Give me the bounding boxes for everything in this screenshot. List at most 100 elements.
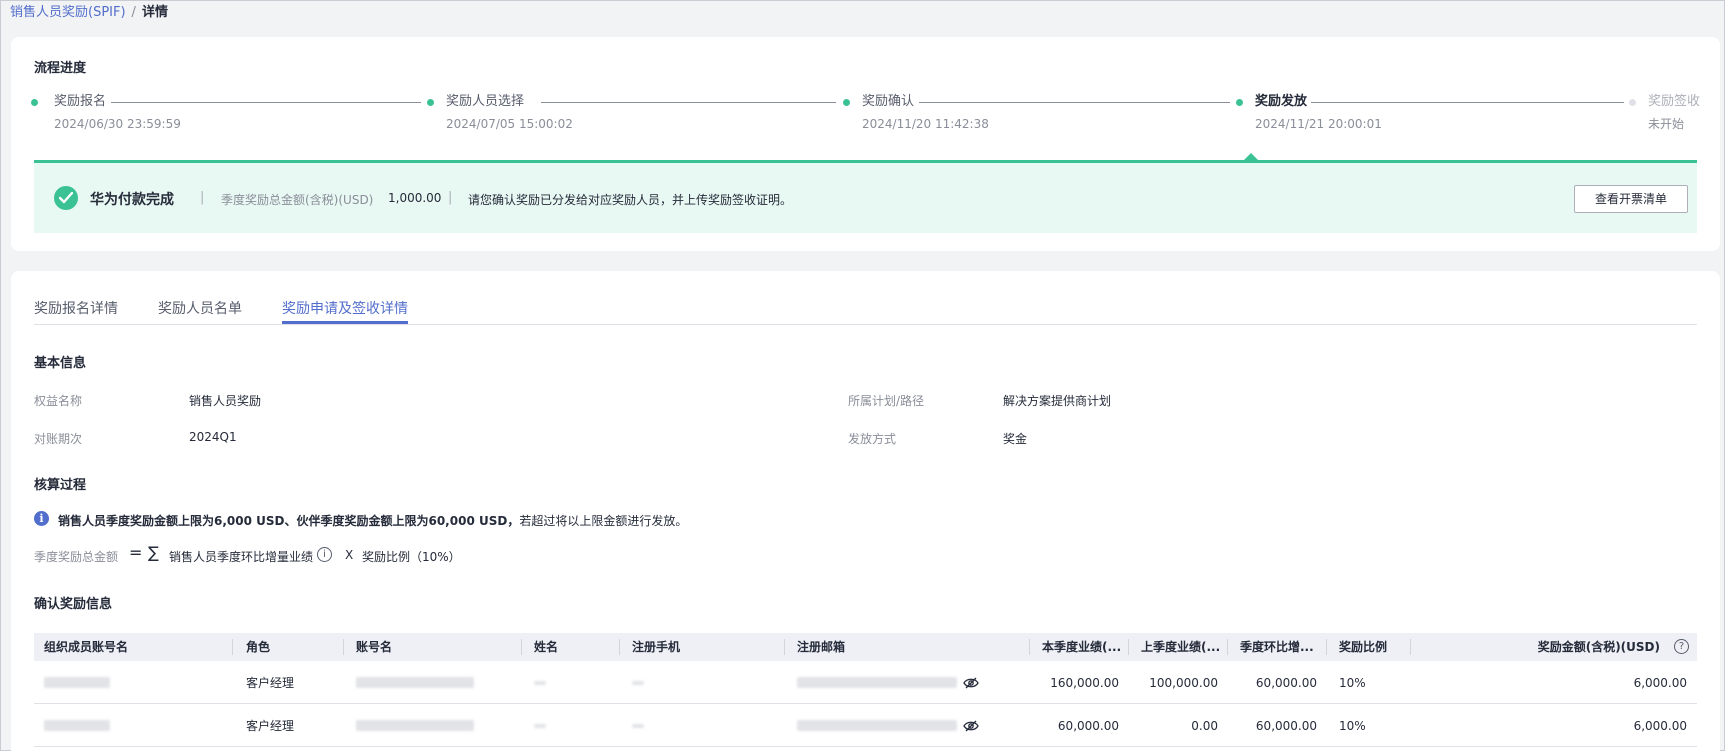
plan-path-label: 所属计划/路径 xyxy=(848,394,925,408)
col-separator xyxy=(619,639,620,655)
masked-name xyxy=(534,681,546,685)
formula-term-1: 销售人员季度环比增量业绩 xyxy=(169,550,314,564)
cell-reward-amount: 6,000.00 xyxy=(1633,676,1687,690)
breadcrumb-current: 详情 xyxy=(141,5,168,20)
masked-name xyxy=(534,724,546,728)
col-separator xyxy=(1326,639,1327,655)
cell-ratio: 10% xyxy=(1339,676,1366,690)
period-value: 2024Q1 xyxy=(189,430,237,444)
payment-notice: 华为付款完成 | 季度奖励总金额(含税)(USD) 1,000.00 | 请您确… xyxy=(34,163,1697,233)
masked-phone xyxy=(632,681,644,685)
step-2-dot xyxy=(427,99,434,106)
col-separator xyxy=(1128,639,1129,655)
step-1-dot xyxy=(31,99,38,106)
cell-qoq-increase: 60,000.00 xyxy=(1255,676,1317,690)
formula-times: X xyxy=(345,548,354,562)
col-separator xyxy=(1029,639,1030,655)
masked-org-account xyxy=(44,720,110,731)
step-5-label: 奖励签收 xyxy=(1648,94,1701,109)
step-1-time: 2024/06/30 23:59:59 xyxy=(54,117,181,131)
col-account-name: 账号名 xyxy=(356,640,393,654)
benefit-name-label: 权益名称 xyxy=(34,394,83,408)
view-invoice-list-button[interactable]: 查看开票清单 xyxy=(1574,185,1688,213)
formula-label: 季度奖励总金额 xyxy=(34,548,118,565)
calculation-title: 核算过程 xyxy=(34,478,87,493)
breadcrumb-parent-link[interactable]: 销售人员奖励(SPIF) xyxy=(10,5,126,20)
col-separator xyxy=(232,639,233,655)
cell-role: 客户经理 xyxy=(246,676,295,690)
masked-account-name xyxy=(356,677,474,688)
progress-title: 流程进度 xyxy=(34,61,87,76)
masked-phone xyxy=(632,724,644,728)
payment-status: 华为付款完成 xyxy=(90,192,174,208)
step-5-dot xyxy=(1629,99,1636,106)
eye-off-icon[interactable] xyxy=(963,676,979,690)
step-3-label: 奖励确认 xyxy=(862,94,915,109)
formula-sigma: ∑ xyxy=(148,543,159,562)
tab-signup-details[interactable]: 奖励报名详情 xyxy=(34,298,118,318)
col-qoq-increase: 季度环比增... xyxy=(1240,640,1314,654)
step-4-connector xyxy=(1311,102,1624,103)
col-separator xyxy=(784,639,785,655)
cell-current-performance: 60,000.00 xyxy=(1057,719,1119,733)
col-previous-performance: 上季度业绩(... xyxy=(1141,640,1221,654)
step-1-label: 奖励报名 xyxy=(54,94,107,109)
step-2-connector xyxy=(541,102,836,103)
cell-role: 客户经理 xyxy=(246,719,295,733)
masked-email xyxy=(797,720,957,731)
confirm-info-title: 确认奖励信息 xyxy=(34,597,113,612)
col-separator xyxy=(521,639,522,655)
details-card: 奖励报名详情 奖励人员名单 奖励申请及签收详情 基本信息 权益名称 销售人员奖励… xyxy=(11,271,1720,751)
notice-divider: | xyxy=(448,190,453,205)
step-4-time: 2024/11/21 20:00:01 xyxy=(1255,117,1382,131)
payout-method-value: 奖金 xyxy=(1003,432,1028,446)
notice-divider: | xyxy=(200,190,205,205)
total-amount-label: 季度奖励总金额(含税)(USD) xyxy=(221,193,374,207)
cell-ratio: 10% xyxy=(1339,719,1366,733)
tab-reward-staff-list[interactable]: 奖励人员名单 xyxy=(158,298,242,318)
period-label: 对账期次 xyxy=(34,432,83,446)
step-1-connector xyxy=(111,102,421,103)
info-icon: i xyxy=(34,511,49,526)
step-3-connector xyxy=(919,102,1230,103)
cell-current-performance: 160,000.00 xyxy=(1050,676,1119,690)
check-circle-icon xyxy=(54,186,78,210)
step-4-dot xyxy=(1236,99,1243,106)
col-ratio: 奖励比例 xyxy=(1339,640,1388,654)
breadcrumb-separator: / xyxy=(131,5,136,20)
cell-reward-amount: 6,000.00 xyxy=(1633,719,1687,733)
col-current-performance: 本季度业绩(... xyxy=(1042,640,1122,654)
step-4-label: 奖励发放 xyxy=(1255,94,1308,109)
breadcrumb: 销售人员奖励(SPIF) / 详情 xyxy=(10,4,168,22)
eye-off-icon[interactable] xyxy=(963,719,979,733)
help-circle-icon[interactable]: ? xyxy=(1674,639,1689,654)
col-separator xyxy=(343,639,344,655)
col-email: 注册邮箱 xyxy=(797,640,846,654)
step-3-time: 2024/11/20 11:42:38 xyxy=(862,117,989,131)
masked-org-account xyxy=(44,677,110,688)
notice-message: 请您确认奖励已分发给对应奖励人员，并上传奖励签收证明。 xyxy=(468,193,793,207)
step-2-label: 奖励人员选择 xyxy=(446,94,525,109)
table-row: 客户经理 160,000.00 100,000.00 60,000.00 10%… xyxy=(34,662,1697,704)
cell-previous-performance: 0.00 xyxy=(1191,719,1218,733)
tabs-divider xyxy=(34,324,1697,325)
tab-application-signoff-details[interactable]: 奖励申请及签收详情 xyxy=(282,298,408,318)
calculation-note-rest: 若超过将以上限金额进行发放。 xyxy=(519,514,688,528)
step-5-time: 未开始 xyxy=(1648,117,1685,131)
col-separator xyxy=(1227,639,1228,655)
col-name: 姓名 xyxy=(534,640,559,654)
col-reward-amount: 奖励金额(含税)(USD) xyxy=(1537,640,1660,654)
table-header: 组织成员账号名 角色 账号名 姓名 注册手机 注册邮箱 本季度业绩(... 上季… xyxy=(34,633,1697,661)
info-outline-icon[interactable]: i xyxy=(317,547,332,562)
active-tab-indicator xyxy=(282,321,408,324)
cell-previous-performance: 100,000.00 xyxy=(1149,676,1218,690)
benefit-name-value: 销售人员奖励 xyxy=(189,394,262,408)
step-2-time: 2024/07/05 15:00:02 xyxy=(446,117,573,131)
plan-path-value: 解决方案提供商计划 xyxy=(1003,394,1112,408)
col-org-account: 组织成员账号名 xyxy=(44,640,129,654)
progress-card: 流程进度 奖励报名 2024/06/30 23:59:59 奖励人员选择 202… xyxy=(11,37,1720,251)
payout-method-label: 发放方式 xyxy=(848,432,897,446)
step-3-dot xyxy=(843,99,850,106)
basic-info-title: 基本信息 xyxy=(34,356,87,371)
formula-label-text: 季度奖励总金额 xyxy=(34,550,119,564)
